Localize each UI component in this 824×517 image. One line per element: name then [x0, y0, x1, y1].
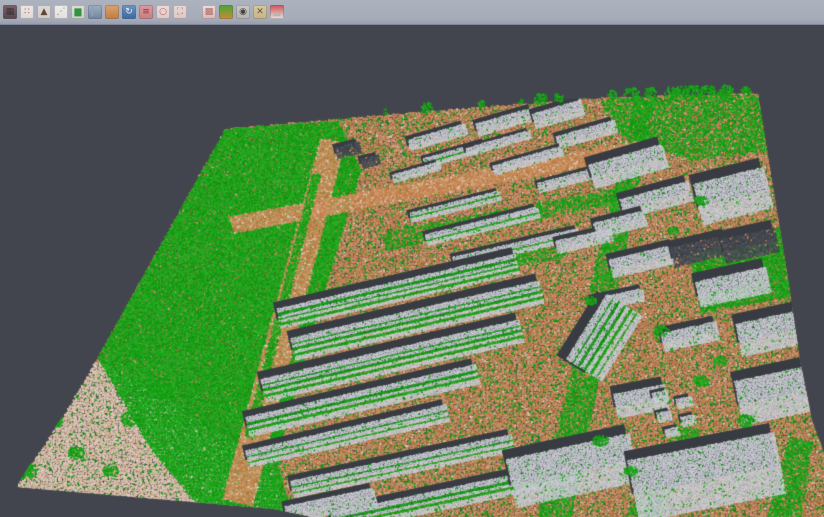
point-cloud-viewer-window: ▦∷▲⋰▆▎ ↻≡○⛶ ▩ ◉✕▂	[0, 0, 824, 517]
toolbar-separator	[187, 5, 199, 19]
viewport-3d-canvas[interactable]	[0, 0, 824, 517]
camera-body-icon[interactable]: ◉	[236, 5, 250, 19]
green-hill-icon[interactable]: ▆	[71, 5, 85, 19]
red-stripe-icon[interactable]: ▂	[270, 5, 284, 19]
terrain-mound-icon[interactable]: ▲	[37, 5, 51, 19]
height-column-icon[interactable]: ▎	[88, 5, 102, 19]
khaki-cross-icon[interactable]: ✕	[253, 5, 267, 19]
segment-thumbnail-icon[interactable]: ▦	[3, 5, 17, 19]
orange-dem-icon[interactable]	[105, 5, 119, 19]
crop-corners-icon[interactable]: ⛶	[173, 5, 187, 19]
toolbar: ▦∷▲⋰▆▎ ↻≡○⛶ ▩ ◉✕▂	[0, 0, 824, 25]
checker-pattern-icon[interactable]: ▩	[202, 5, 216, 19]
sparse-points-icon[interactable]: ⋰	[54, 5, 68, 19]
point-pairs-icon[interactable]: ∷	[20, 5, 34, 19]
globe-arrows-icon[interactable]: ↻	[122, 5, 136, 19]
red-rows-icon[interactable]: ≡	[139, 5, 153, 19]
classification-map-icon[interactable]	[219, 5, 233, 19]
circle-outline-icon[interactable]: ○	[156, 5, 170, 19]
